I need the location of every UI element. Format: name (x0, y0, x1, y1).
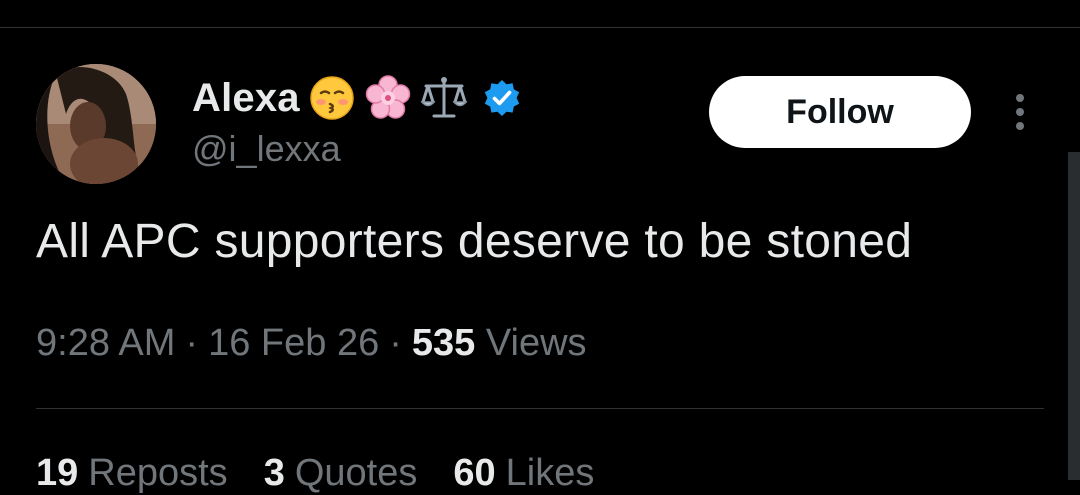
tweet-meta: 9:28 AM · 16 Feb 26 · 535 Views (36, 322, 587, 365)
views-count: 535 (411, 322, 476, 364)
author-handle[interactable]: @i_lexxa (192, 128, 341, 170)
vertical-ellipsis-icon[interactable] (1004, 92, 1036, 132)
kissing-face-icon (308, 74, 356, 122)
tweet-time[interactable]: 9:28 AM (36, 322, 175, 364)
likes-count: 60 (453, 452, 496, 494)
quotes-label: Quotes (294, 452, 418, 494)
meta-separator: · (389, 322, 402, 364)
likes-label: Likes (505, 452, 595, 494)
reposts-stat[interactable]: 19 Reposts (36, 452, 228, 494)
reposts-count: 19 (36, 452, 79, 494)
verified-badge-icon[interactable] (482, 78, 522, 118)
balance-scale-icon (420, 74, 468, 122)
quotes-stat[interactable]: 3 Quotes (264, 452, 418, 494)
cherry-blossom-icon (364, 74, 412, 122)
likes-stat[interactable]: 60 Likes (453, 452, 594, 494)
tweet-text: All APC supporters deserve to be stoned (36, 215, 913, 268)
quotes-count: 3 (263, 452, 285, 494)
follow-button[interactable]: Follow (709, 76, 971, 148)
views-label: Views (485, 322, 587, 364)
display-name-row[interactable]: Alexa (192, 72, 522, 124)
tweet-date[interactable]: 16 Feb 26 (208, 322, 379, 364)
scrollbar[interactable] (1068, 152, 1080, 480)
engagement-stats: 19 Reposts 3 Quotes 60 Likes (36, 452, 630, 495)
meta-separator: · (185, 322, 199, 364)
stats-divider (36, 408, 1044, 409)
display-name[interactable]: Alexa (192, 76, 300, 121)
reposts-label: Reposts (88, 452, 228, 494)
top-divider (0, 27, 1080, 28)
avatar[interactable] (36, 64, 156, 184)
